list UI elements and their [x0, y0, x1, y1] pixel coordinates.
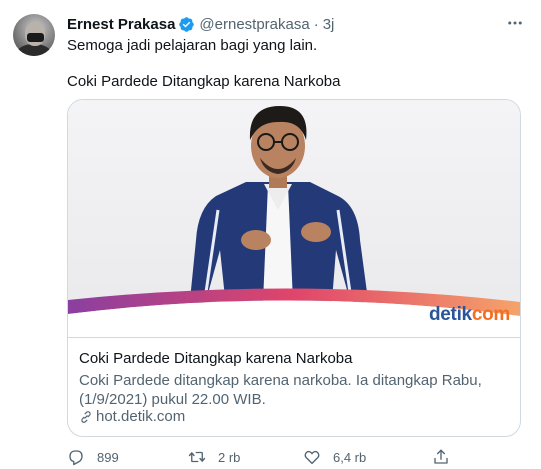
tweet-time[interactable]: 3j — [323, 16, 335, 33]
card-image[interactable]: detikcom — [68, 100, 520, 337]
verified-badge-icon — [178, 16, 195, 33]
retweet-button[interactable]: 2 rb — [188, 447, 240, 467]
detik-logo: detikcom — [429, 304, 510, 326]
share-button[interactable] — [432, 447, 462, 467]
tweet[interactable]: Ernest Prakasa @ernestprakasa · 3j Semog… — [0, 0, 541, 469]
card-divider — [68, 337, 520, 338]
retweet-count: 2 rb — [218, 449, 241, 465]
author-handle[interactable]: @ernestprakasa — [199, 16, 309, 33]
link-card[interactable]: detikcom Coki Pardede Ditangkap karena N… — [67, 99, 521, 437]
tweet-actions: 899 2 rb 6,4 rb — [67, 447, 467, 467]
reply-count: 899 — [97, 449, 119, 465]
link-icon — [81, 411, 91, 423]
detik-logo-com: com — [471, 304, 510, 325]
reply-button[interactable]: 899 — [67, 447, 119, 467]
card-domain-row: hot.detik.com — [79, 407, 185, 427]
card-title: Coki Pardede Ditangkap karena Narkoba — [79, 350, 353, 367]
share-icon — [434, 449, 448, 464]
tweet-header: Ernest Prakasa @ernestprakasa · 3j — [67, 14, 334, 34]
like-button[interactable]: 6,4 rb — [303, 447, 366, 467]
like-count: 6,4 rb — [333, 449, 367, 465]
author-name[interactable]: Ernest Prakasa — [67, 16, 175, 33]
separator-dot: · — [313, 15, 319, 33]
avatar[interactable] — [13, 14, 55, 56]
like-icon — [304, 450, 320, 465]
card-description: Coki Pardede ditangkap karena narkoba. I… — [79, 372, 482, 408]
tweet-text-line-1: Semoga jadi pelajaran bagi yang lain. — [67, 37, 318, 54]
more-icon[interactable] — [506, 14, 524, 32]
reply-icon — [69, 450, 83, 466]
detik-logo-text: detik — [428, 304, 472, 325]
tweet-text-line-2: Coki Pardede Ditangkap karena Narkoba — [67, 73, 341, 90]
avatar-mask — [27, 33, 44, 42]
card-domain: hot.detik.com — [96, 408, 186, 425]
retweet-icon — [188, 451, 206, 463]
